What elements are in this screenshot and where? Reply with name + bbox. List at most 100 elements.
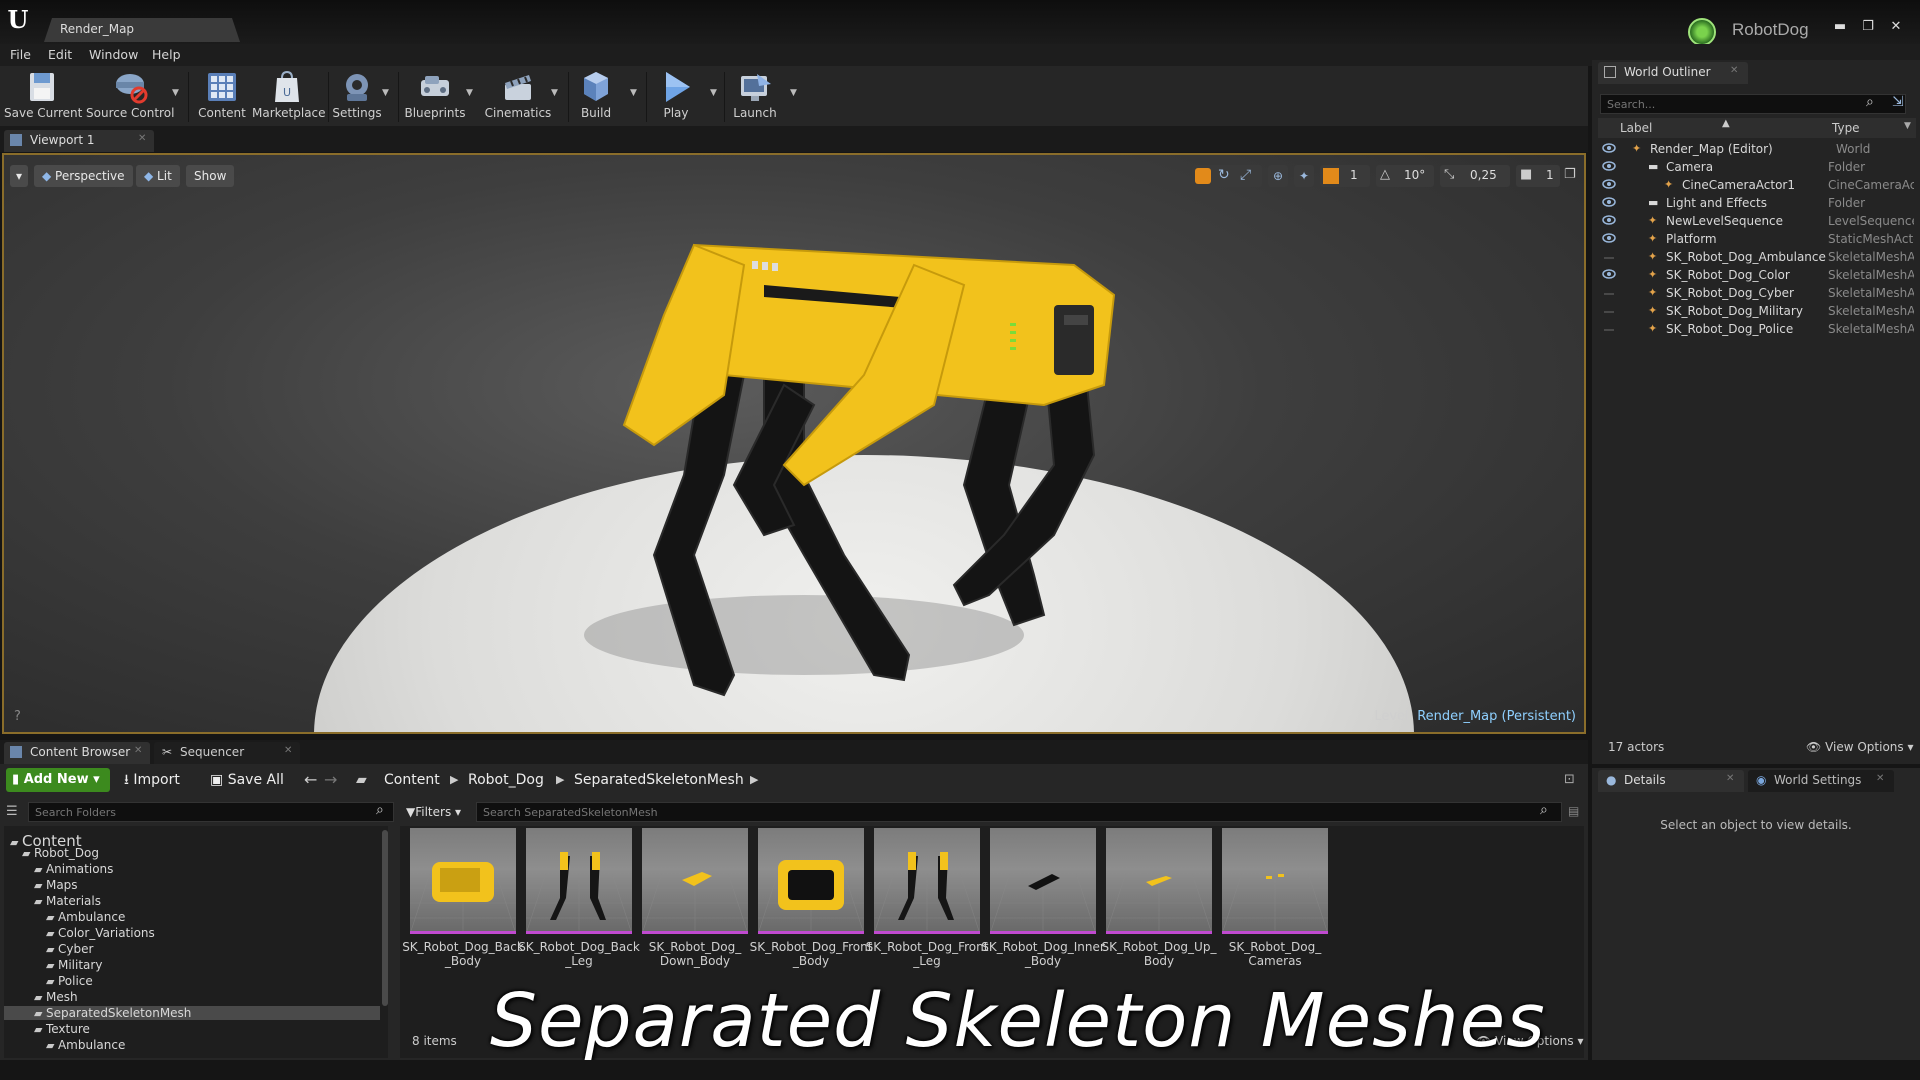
visibility-hidden-icon[interactable] (1602, 304, 1616, 316)
breadcrumb-separated-skeleton-mesh[interactable]: SeparatedSkeletonMesh (574, 772, 744, 788)
folder-tree-item[interactable]: ▰ Police (46, 974, 380, 988)
save-all-button[interactable]: ▣ Save All (210, 768, 284, 792)
visibility-eye-icon[interactable] (1602, 160, 1616, 172)
folder-tree-item[interactable]: ▰ Mesh (34, 990, 380, 1004)
folder-tree-item[interactable]: ▰ Materials (34, 894, 380, 908)
outliner-row[interactable]: ✦ SK_Robot_Dog_Color SkeletalMeshAc (1598, 266, 1916, 284)
outliner-view-options[interactable]: 👁 View Options ▾ (1806, 740, 1914, 754)
scale-snap-control[interactable]: ⤡ 0,25 (1440, 165, 1510, 187)
menu-help[interactable]: Help (152, 47, 181, 62)
column-type-header[interactable]: Type (1832, 121, 1860, 135)
search-assets-input[interactable] (476, 802, 1562, 822)
outliner-row[interactable]: ✦ Platform StaticMeshActo (1598, 230, 1916, 248)
outliner-row[interactable]: ✦ SK_Robot_Dog_Ambulance SkeletalMeshAc (1598, 248, 1916, 266)
menu-edit[interactable]: Edit (48, 47, 72, 62)
marketplace-button[interactable]: U Marketplace (252, 66, 326, 126)
folder-tree-item[interactable]: ▰ Texture (34, 1022, 380, 1036)
breadcrumb-separator-icon[interactable]: ▶ (450, 773, 458, 786)
close-tab-icon[interactable]: ✕ (138, 133, 146, 144)
launch-button[interactable]: Launch (728, 66, 782, 126)
close-tab-icon[interactable]: ✕ (1726, 773, 1734, 784)
visibility-eye-icon[interactable] (1602, 142, 1616, 154)
perspective-button[interactable]: ◆ Perspective (34, 165, 133, 187)
outliner-search-input[interactable] (1600, 94, 1906, 114)
play-dropdown-icon[interactable]: ▼ (710, 88, 717, 98)
visibility-eye-icon[interactable] (1602, 214, 1616, 226)
outliner-row[interactable]: ▬ Light and Effects Folder (1598, 194, 1916, 212)
visibility-eye-icon[interactable] (1602, 178, 1616, 190)
build-button[interactable]: Build (574, 66, 618, 126)
close-tab-icon[interactable]: ✕ (1730, 65, 1738, 76)
settings-button[interactable]: Settings (332, 66, 382, 126)
breadcrumb-separator-icon[interactable]: ▶ (556, 773, 564, 786)
close-window-button[interactable]: ✕ (1884, 18, 1908, 36)
document-tab[interactable]: Render_Map (44, 18, 240, 42)
column-dropdown-icon[interactable]: ▼ (1904, 121, 1911, 131)
import-button[interactable]: ⭳ Import (124, 768, 180, 792)
folder-tree-item[interactable]: ▰ Ambulance (46, 1038, 380, 1052)
viewport-options-button[interactable]: ▾ (10, 165, 29, 187)
filters-button[interactable]: ▼Filters ▾ (406, 802, 461, 822)
forward-arrow-icon[interactable]: → (324, 770, 337, 789)
close-tab-icon[interactable]: ✕ (1876, 773, 1884, 784)
add-new-button[interactable]: ▮ Add New ▾ (6, 768, 110, 792)
outliner-row[interactable]: ✦ NewLevelSequence LevelSequenceA (1598, 212, 1916, 230)
folder-tree-item[interactable]: ▰ Maps (34, 878, 380, 892)
settings-dropdown-icon[interactable]: ▼ (382, 88, 389, 98)
outliner-row[interactable]: ✦ SK_Robot_Dog_Military SkeletalMeshAc (1598, 302, 1916, 320)
sequencer-tab[interactable]: ✂ Sequencer ✕ (154, 742, 300, 764)
sources-toggle-icon[interactable]: ☰ (6, 804, 18, 819)
build-dropdown-icon[interactable]: ▼ (630, 88, 637, 98)
folder-tree-item[interactable]: ▰ Ambulance (46, 910, 380, 924)
maximize-viewport-icon[interactable]: ❐ (1564, 167, 1576, 182)
breadcrumb-robot-dog[interactable]: Robot_Dog (468, 772, 544, 788)
folder-tree-item[interactable]: ▰ Cyber (46, 942, 380, 956)
lit-button[interactable]: ◆ Lit (136, 165, 180, 187)
scale-tool-icon[interactable]: ⤢ (1240, 167, 1251, 183)
lock-icon[interactable]: ⊡ (1564, 772, 1575, 787)
save-search-icon[interactable]: ▤ (1568, 804, 1579, 818)
search-folders-input[interactable] (28, 802, 394, 822)
viewport-help-icon[interactable]: ? (14, 709, 21, 724)
column-label-header[interactable]: Label (1620, 121, 1652, 135)
visibility-eye-icon[interactable] (1602, 268, 1616, 280)
surface-snap-icon[interactable]: ✦ (1294, 165, 1314, 187)
folder-tree-item[interactable]: ▰ Military (46, 958, 380, 972)
visibility-hidden-icon[interactable] (1602, 322, 1616, 334)
outliner-row[interactable]: ▬ Camera Folder (1598, 158, 1916, 176)
breadcrumb-separator-icon[interactable]: ▶ (750, 773, 758, 786)
menu-window[interactable]: Window (89, 47, 138, 62)
visibility-hidden-icon[interactable] (1602, 286, 1616, 298)
source-control-dropdown-icon[interactable]: ▼ (172, 88, 179, 98)
content-browser-tab[interactable]: Content Browser ✕ (4, 742, 150, 764)
menu-file[interactable]: File (10, 47, 31, 62)
play-button[interactable]: Play (652, 66, 700, 126)
blueprints-button[interactable]: Blueprints (404, 66, 466, 126)
rotation-snap-control[interactable]: △ 10° (1376, 165, 1434, 187)
outliner-options-icon[interactable]: ⇲ (1892, 94, 1904, 110)
grid-snap-control[interactable]: 1 (1320, 165, 1370, 187)
outliner-row[interactable]: ✦ SK_Robot_Dog_Police SkeletalMeshAc (1598, 320, 1916, 338)
folder-tree-item[interactable]: ▰ Color_Variations (46, 926, 380, 940)
world-outliner-tab[interactable]: World Outliner ✕ (1598, 62, 1748, 84)
save-current-button[interactable]: Save Current (4, 66, 82, 126)
outliner-row[interactable]: ✦ Render_Map (Editor) World (1598, 140, 1916, 158)
close-tab-icon[interactable]: ✕ (134, 745, 142, 756)
launch-dropdown-icon[interactable]: ▼ (790, 88, 797, 98)
level-viewport[interactable]: ▾ ◆ Perspective ◆ Lit Show ↻ ⤢ ⊕ ✦ 1 △ 1… (2, 153, 1586, 734)
restore-button[interactable]: ❐ (1856, 18, 1880, 36)
translate-tool-icon[interactable] (1195, 168, 1211, 184)
folder-tree-item[interactable]: ▰ SeparatedSkeletonMesh (4, 1006, 380, 1020)
viewport-tab[interactable]: Viewport 1 ✕ (4, 130, 154, 152)
world-settings-tab[interactable]: ◉ World Settings ✕ (1748, 770, 1894, 792)
unreal-logo-icon[interactable]: U (2, 4, 34, 36)
camera-speed-control[interactable]: ■ 1 (1516, 165, 1560, 187)
back-arrow-icon[interactable]: ← (304, 770, 317, 789)
content-button[interactable]: Content (194, 66, 250, 126)
outliner-row[interactable]: ✦ SK_Robot_Dog_Cyber SkeletalMeshAc (1598, 284, 1916, 302)
details-tab[interactable]: ● Details ✕ (1598, 770, 1744, 792)
visibility-eye-icon[interactable] (1602, 232, 1616, 244)
breadcrumb-content[interactable]: Content (384, 772, 440, 788)
folder-tree-item[interactable]: ▰ Animations (34, 862, 380, 876)
outliner-row[interactable]: ✦ CineCameraActor1 CineCameraAct (1598, 176, 1916, 194)
